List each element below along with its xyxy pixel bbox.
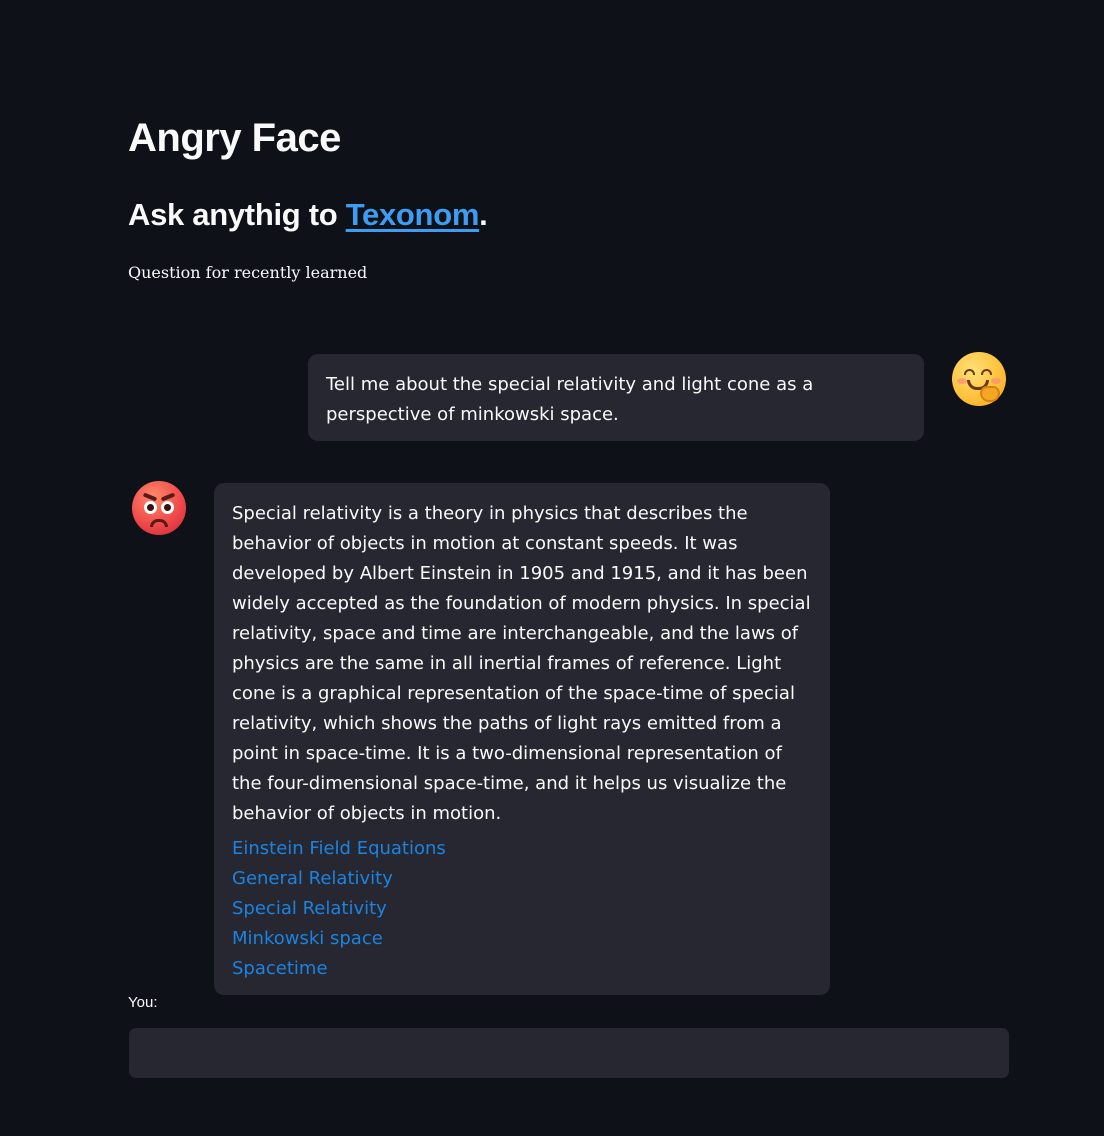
page-caption: Question for recently learned <box>128 263 368 282</box>
related-links: Einstein Field Equations General Relativ… <box>232 834 812 984</box>
subtitle-prefix: Ask anythig to <box>128 197 346 232</box>
link-minkowski-space[interactable]: Minkowski space <box>232 924 812 954</box>
avatar-mouth <box>150 519 168 527</box>
user-message-text: Tell me about the special relativity and… <box>326 374 814 425</box>
texonom-link[interactable]: Texonom <box>346 197 480 232</box>
bot-message-bubble: Special relativity is a theory in physic… <box>214 483 830 995</box>
subtitle-suffix: . <box>479 197 488 232</box>
link-spacetime[interactable]: Spacetime <box>232 954 812 984</box>
bot-message-text: Special relativity is a theory in physic… <box>232 503 811 824</box>
avatar-cheek <box>991 378 1001 384</box>
smiling-face-with-hand-icon <box>952 352 1006 406</box>
avatar-cheek <box>957 378 967 384</box>
chat-input[interactable] <box>129 1028 1009 1078</box>
avatar-eye <box>144 501 157 514</box>
user-message-bubble: Tell me about the special relativity and… <box>308 354 924 441</box>
app-page: Angry Face Ask anythig to Texonom. Quest… <box>0 0 1104 1136</box>
avatar-eye <box>964 369 975 375</box>
link-special-relativity[interactable]: Special Relativity <box>232 894 812 924</box>
link-einstein-field-equations[interactable]: Einstein Field Equations <box>232 834 812 864</box>
input-label: You: <box>128 994 158 1011</box>
link-general-relativity[interactable]: General Relativity <box>232 864 812 894</box>
avatar-eye <box>981 369 992 375</box>
page-subtitle: Ask anythig to Texonom. <box>128 194 488 236</box>
angry-face-icon <box>132 481 186 535</box>
avatar-hand <box>980 386 1000 402</box>
avatar-eye <box>161 501 174 514</box>
page-title: Angry Face <box>128 116 341 160</box>
